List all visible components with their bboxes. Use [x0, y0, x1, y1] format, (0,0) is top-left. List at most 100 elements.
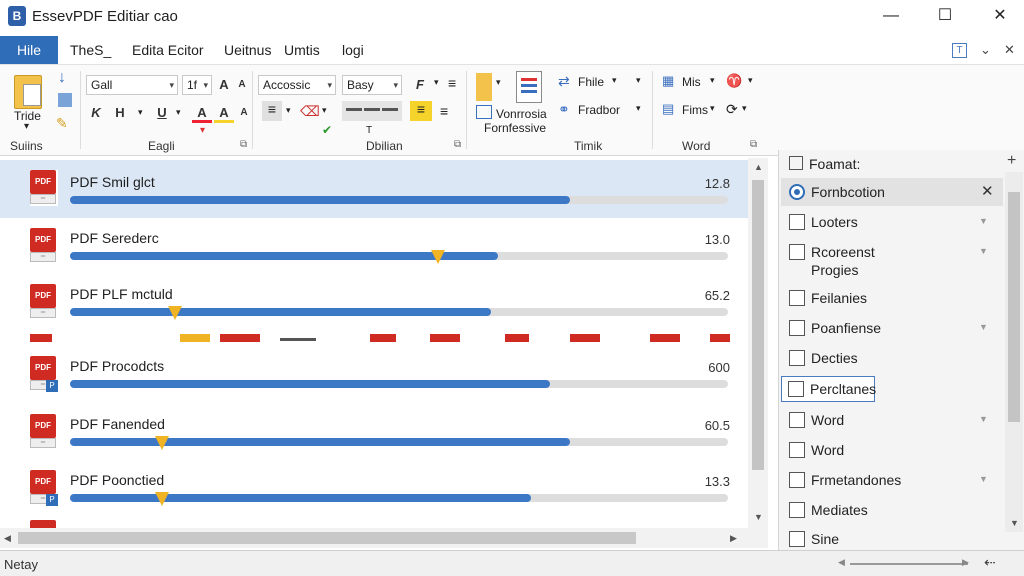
list-item[interactable]: PDF ═ PDF Fanended 60.5: [0, 406, 748, 464]
chevron-down-icon[interactable]: ▾: [612, 75, 617, 86]
checkbox[interactable]: [789, 244, 805, 260]
chevron-down-icon[interactable]: ▾: [138, 107, 143, 118]
list-item[interactable]: PDF ═ PDF Serederc 13.0: [0, 218, 748, 276]
checkbox[interactable]: [789, 412, 805, 428]
link-icon[interactable]: ⚭: [558, 101, 570, 118]
chevron-down-icon[interactable]: ▼: [979, 246, 988, 256]
checkbox[interactable]: [789, 350, 805, 366]
menu-item-4[interactable]: Ueitnus: [224, 36, 271, 64]
insert-item-2[interactable]: Fradbor: [578, 103, 620, 117]
dialog-launcher-icon[interactable]: ⧉: [750, 139, 757, 150]
checkbox[interactable]: [789, 531, 805, 547]
chevron-down-icon[interactable]: ▼: [979, 216, 988, 226]
format-option[interactable]: Word: [781, 438, 1003, 462]
chevron-down-icon[interactable]: ▾: [748, 75, 753, 86]
paste-icon[interactable]: [14, 75, 42, 109]
grid-icon[interactable]: ▦: [662, 73, 674, 89]
arrow-down-icon[interactable]: ↓: [58, 69, 66, 87]
format-option[interactable]: Fornbcotion ✕: [781, 178, 1003, 206]
format-option[interactable]: Poanfiense ▼: [781, 316, 1003, 340]
insert-item-1[interactable]: Fhile: [578, 75, 604, 89]
checkbox[interactable]: [789, 502, 805, 518]
align-icon[interactable]: ≡: [448, 75, 456, 91]
horizontal-scrollbar[interactable]: ◀ ▶: [0, 528, 768, 548]
chevron-down-icon[interactable]: ▾: [496, 77, 501, 88]
scroll-thumb[interactable]: [1008, 192, 1020, 422]
chevron-down-icon[interactable]: ▾: [742, 103, 747, 114]
paste-dropdown-icon[interactable]: ▾: [24, 121, 29, 132]
checkbox[interactable]: [789, 290, 805, 306]
dialog-launcher-icon[interactable]: ⧉: [240, 139, 247, 150]
menu-item-3[interactable]: Edita Ecitor: [132, 36, 204, 64]
tr-icon[interactable]: T: [366, 125, 372, 136]
highlight-icon[interactable]: A: [214, 103, 234, 123]
format-option[interactable]: Mediates: [781, 498, 1003, 522]
checkbox[interactable]: [789, 472, 805, 488]
chevron-down-icon[interactable]: ▾: [636, 103, 641, 114]
chevron-down-icon[interactable]: ▾: [322, 105, 327, 116]
menu-item-2[interactable]: TheS_: [70, 36, 111, 64]
vertical-scrollbar[interactable]: ▲ ▼: [748, 158, 768, 528]
chevron-down-icon[interactable]: ▾: [176, 107, 181, 118]
refresh-icon[interactable]: ⟳: [726, 101, 738, 118]
close-button[interactable]: ✕: [985, 4, 1015, 28]
chevron-down-icon[interactable]: ▼: [979, 474, 988, 484]
font-color-icon[interactable]: A: [192, 103, 212, 123]
word-item-2[interactable]: Fims: [682, 103, 708, 117]
close-icon[interactable]: ✕: [981, 182, 994, 200]
word-item-1[interactable]: Mis: [682, 75, 701, 89]
marker-icon[interactable]: [155, 492, 170, 506]
menu-file[interactable]: Hile: [0, 36, 58, 64]
justify-icon[interactable]: ≡: [440, 103, 448, 119]
document-yellow-icon[interactable]: [476, 73, 492, 101]
add-icon[interactable]: +: [1007, 152, 1016, 170]
chevron-down-icon[interactable]: ▾: [710, 103, 715, 114]
ribbon-close-icon[interactable]: ✕: [1004, 42, 1015, 58]
list-item[interactable]: PDF ═ PDF PLF mctuld 65.2: [0, 276, 748, 334]
format-panel-scrollbar[interactable]: ▼: [1005, 172, 1023, 532]
format-f-button[interactable]: F: [410, 75, 430, 95]
paragraph-tools[interactable]: [342, 101, 402, 121]
table-icon[interactable]: [476, 105, 492, 119]
list-item[interactable]: PDF ═ PDF Smil glct 12.8: [0, 160, 748, 218]
underline-button[interactable]: U: [152, 103, 172, 123]
zoom-slider[interactable]: [850, 563, 968, 565]
sort-icon[interactable]: ⇄: [558, 73, 570, 90]
format-option[interactable]: Sine: [781, 528, 1003, 550]
chevron-down-icon[interactable]: ▾: [710, 75, 715, 86]
resize-grip-icon[interactable]: ⇠: [984, 554, 996, 571]
menu-item-5[interactable]: Umtis: [284, 36, 320, 64]
symbol-icon[interactable]: ♈: [726, 73, 742, 89]
layout-icon[interactable]: ▤: [662, 101, 674, 117]
italic-button[interactable]: H: [110, 103, 130, 123]
scroll-down-icon[interactable]: ▼: [754, 512, 763, 522]
copy-icon[interactable]: [58, 93, 72, 107]
format-option[interactable]: Percltanes: [781, 376, 876, 402]
maximize-button[interactable]: ☐: [930, 4, 960, 28]
marker-icon[interactable]: [168, 306, 183, 320]
scroll-up-icon[interactable]: ▲: [754, 162, 763, 172]
shrink-font-icon[interactable]: A: [232, 75, 252, 95]
eraser-icon[interactable]: ⌫: [300, 103, 320, 120]
new-document-icon[interactable]: [516, 71, 542, 103]
format-painter-icon[interactable]: ✎: [56, 115, 68, 132]
format-option[interactable]: Rcoreenst Progies ▼: [781, 240, 1003, 280]
checkbox[interactable]: [789, 214, 805, 230]
chevron-down-icon[interactable]: ▾: [636, 75, 641, 86]
marker-icon[interactable]: [155, 436, 170, 450]
scroll-right-icon[interactable]: ▶: [730, 533, 737, 544]
grow-font-icon[interactable]: A: [214, 75, 234, 95]
zoom-in-icon[interactable]: ▶: [962, 557, 969, 568]
radio-button[interactable]: [789, 184, 805, 200]
list-item[interactable]: PDF ═ P PDF Procodcts 600: [0, 348, 748, 406]
highlight-block-icon[interactable]: ≡: [410, 101, 432, 121]
format-option[interactable]: Looters ▼: [781, 210, 1003, 234]
style-dropdown-2[interactable]: Basy ▾: [342, 75, 402, 95]
menu-item-6[interactable]: logi: [342, 36, 364, 64]
align-left-icon[interactable]: ≡: [262, 101, 282, 121]
list-item[interactable]: PDF ═ P PDF Poonctied 13.3: [0, 464, 748, 522]
scroll-down-icon[interactable]: ▼: [1010, 518, 1019, 528]
font-name-dropdown[interactable]: Gall ▾: [86, 75, 178, 95]
format-option[interactable]: Decties: [781, 346, 1003, 370]
new-document-label[interactable]: Vonrrosia: [496, 107, 547, 121]
